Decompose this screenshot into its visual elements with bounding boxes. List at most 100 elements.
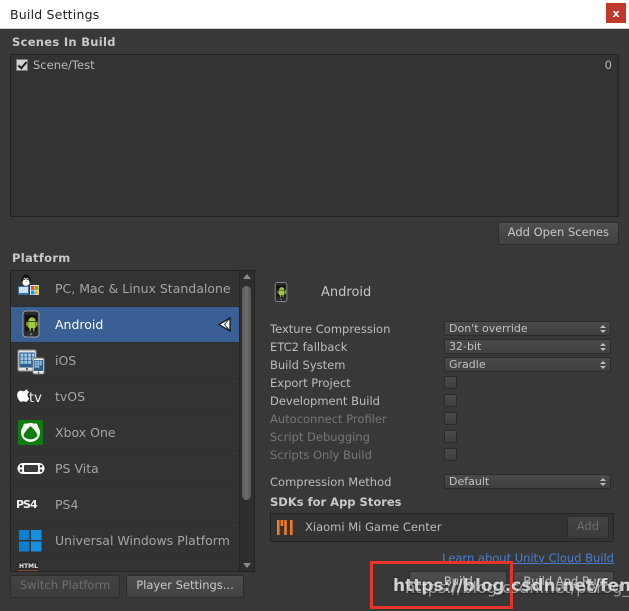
platform-label: iOS: [55, 352, 77, 368]
field-etc2-fallback: ETC2 fallback 32-bit: [270, 338, 619, 356]
close-icon[interactable]: x: [606, 3, 626, 23]
svg-text:PS4: PS4: [16, 498, 38, 511]
scene-name: Scene/Test: [33, 57, 95, 72]
platform-item-webgl[interactable]: HTML: [11, 559, 239, 571]
ps4-icon: PS4: [16, 489, 46, 519]
sdk-add-button[interactable]: Add: [566, 515, 609, 539]
field-script-debugging: Script Debugging: [270, 428, 619, 446]
window-title: Build Settings: [10, 6, 100, 22]
platform-header: Platform: [12, 250, 71, 265]
field-compression-method: Compression Method Default: [270, 473, 619, 491]
script-debugging-checkbox: [444, 430, 457, 444]
field-label: Scripts Only Build: [270, 447, 372, 462]
scenes-list[interactable]: Scene/Test 0: [10, 54, 619, 217]
build-settings-window: Build Settings x Scenes In Build Scene/T…: [0, 0, 629, 611]
field-label: Script Debugging: [270, 429, 370, 444]
chevron-updown-icon: [599, 360, 606, 369]
platform-item-ps-vita[interactable]: PS Vita: [11, 451, 239, 487]
build-and-run-button[interactable]: Build And Run: [513, 570, 614, 594]
field-label: Compression Method: [270, 474, 392, 489]
platform-item-android[interactable]: Android: [11, 306, 239, 343]
field-texture-compression: Texture Compression Don't override: [270, 320, 619, 338]
platform-item-uwp[interactable]: Universal Windows Platform: [11, 523, 239, 559]
footer-buttons: Switch Platform Player Settings...: [10, 575, 244, 598]
scene-enabled-checkbox[interactable]: [16, 58, 28, 71]
platform-item-xbox-one[interactable]: Xbox One: [11, 415, 239, 451]
tvos-icon: tv: [16, 381, 46, 411]
build-button[interactable]: Build: [409, 570, 508, 594]
scroll-down-arrow-icon[interactable]: [243, 562, 251, 568]
build-system-dropdown[interactable]: Gradle: [444, 357, 611, 373]
xbox-icon: [16, 417, 46, 447]
platform-label: Universal Windows Platform: [55, 532, 230, 548]
platform-label: Xbox One: [55, 424, 116, 440]
chevron-updown-icon: [599, 324, 606, 333]
scenes-in-build-header: Scenes In Build: [12, 35, 116, 49]
platform-item-ps4[interactable]: PS4 PS4: [11, 487, 239, 523]
webgl-icon: HTML: [16, 561, 46, 571]
field-label: Build System: [270, 357, 346, 372]
platform-item-ios[interactable]: iOS: [11, 343, 239, 379]
development-build-checkbox[interactable]: [444, 394, 457, 408]
scripts-only-build-checkbox: [444, 448, 457, 462]
platform-label: Android: [55, 316, 104, 332]
etc2-fallback-dropdown[interactable]: 32-bit: [444, 339, 611, 355]
scrollbar-track[interactable]: [240, 282, 254, 560]
autoconnect-profiler-checkbox: [444, 412, 457, 426]
platform-area: PC, Mac & Linux Standalone Android iOS t…: [10, 269, 619, 594]
psvita-icon: [16, 453, 46, 483]
field-autoconnect-profiler: Autoconnect Profiler: [270, 410, 619, 428]
sdk-row-xiaomi: Xiaomi Mi Game Center Add: [270, 512, 614, 542]
windows-icon: [16, 525, 46, 555]
dropdown-value: Gradle: [449, 358, 486, 372]
dropdown-value: Don't override: [449, 322, 528, 336]
android-icon: [270, 278, 300, 308]
field-label: ETC2 fallback: [270, 339, 348, 354]
platform-label: tvOS: [55, 388, 86, 404]
platform-list-scrollbar[interactable]: [239, 270, 254, 571]
platform-label: PC, Mac & Linux Standalone: [55, 280, 231, 296]
svg-text:HTML: HTML: [19, 563, 38, 570]
unity-logo-icon: [216, 316, 233, 333]
dropdown-value: 32-bit: [449, 340, 482, 354]
build-buttons-row: Build Build And Run: [270, 565, 619, 594]
platform-item-standalone[interactable]: PC, Mac & Linux Standalone: [11, 271, 239, 307]
svg-text:tv: tv: [29, 391, 42, 406]
texture-compression-dropdown[interactable]: Don't override: [444, 321, 611, 337]
field-label: Export Project: [270, 375, 351, 390]
sdk-name-label: Xiaomi Mi Game Center: [305, 520, 442, 535]
add-open-scenes-button[interactable]: Add Open Scenes: [497, 222, 619, 245]
scroll-up-arrow-icon[interactable]: [243, 273, 251, 279]
selected-platform-title: Android: [270, 270, 619, 320]
player-settings-button[interactable]: Player Settings...: [126, 575, 244, 598]
cloud-build-link-row: Learn about Unity Cloud Build: [270, 542, 619, 565]
platform-list-panel: PC, Mac & Linux Standalone Android iOS t…: [10, 269, 255, 572]
learn-about-unity-cloud-build-link[interactable]: Learn about Unity Cloud Build: [442, 551, 614, 565]
field-development-build: Development Build: [270, 392, 619, 410]
window-content: Scenes In Build Scene/Test 0 Add Open Sc…: [0, 29, 629, 611]
platform-settings-panel: Android Texture Compression Don't overri…: [255, 270, 619, 594]
platform-item-tvos[interactable]: tv tvOS: [11, 379, 239, 415]
scene-list-item[interactable]: Scene/Test 0: [11, 55, 618, 74]
field-scripts-only-build: Scripts Only Build: [270, 446, 619, 464]
field-label: Texture Compression: [270, 321, 391, 336]
scene-index: 0: [604, 57, 612, 72]
switch-platform-button[interactable]: Switch Platform: [10, 575, 121, 598]
field-export-project: Export Project: [270, 374, 619, 392]
xiaomi-mi-logo-icon: [277, 519, 295, 535]
platform-label: PS4: [55, 496, 79, 512]
field-build-system: Build System Gradle: [270, 356, 619, 374]
chevron-updown-icon: [599, 342, 606, 351]
platform-list[interactable]: PC, Mac & Linux Standalone Android iOS t…: [11, 271, 239, 571]
add-open-scenes-row: Add Open Scenes: [0, 217, 629, 245]
standalone-icon: [16, 273, 46, 303]
dropdown-value: Default: [449, 475, 490, 489]
chevron-updown-icon: [599, 477, 606, 486]
platform-title-label: Android: [321, 285, 372, 301]
scrollbar-thumb[interactable]: [242, 285, 251, 500]
title-bar: Build Settings x: [0, 0, 629, 29]
android-icon: [16, 309, 46, 339]
compression-method-dropdown[interactable]: Default: [444, 474, 611, 490]
export-project-checkbox[interactable]: [444, 376, 457, 390]
